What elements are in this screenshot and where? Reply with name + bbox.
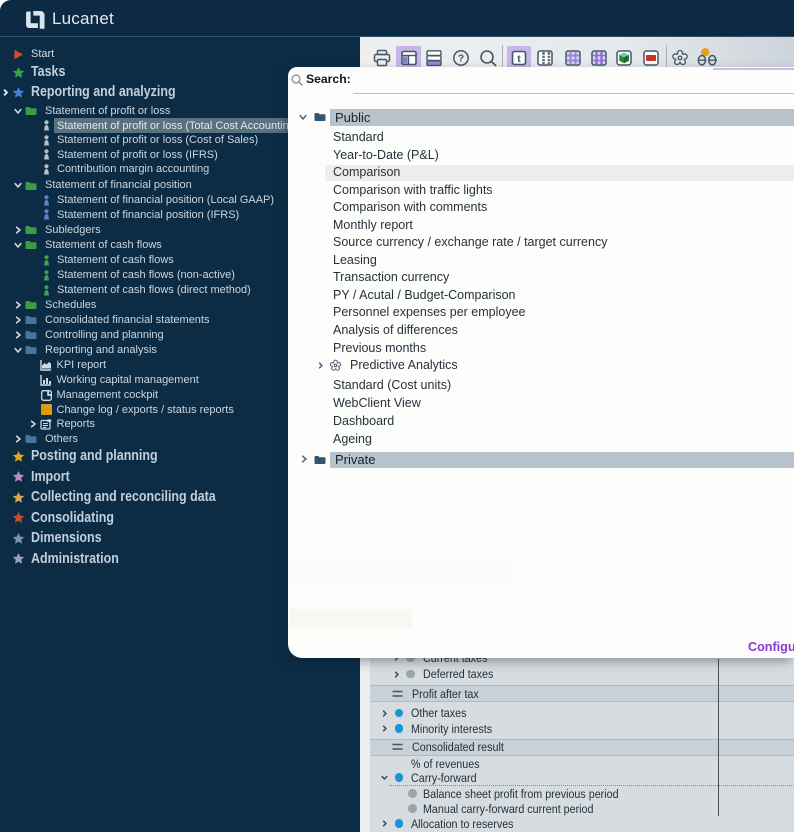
svg-text:t: t	[517, 53, 521, 65]
svg-text:?: ?	[457, 52, 463, 64]
